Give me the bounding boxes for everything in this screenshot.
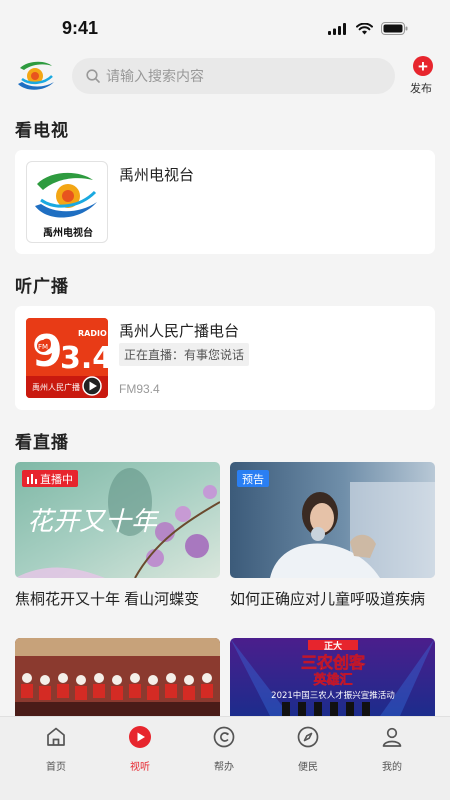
tv-channel-card[interactable]: 禹州电视台 禹州电视台	[15, 150, 435, 254]
tab-services[interactable]: 便民	[278, 725, 338, 773]
video-4-art-line1: 正大	[324, 640, 342, 652]
app-logo[interactable]	[14, 58, 58, 94]
signal-icon	[328, 22, 346, 35]
tab-home-label: 首页	[46, 762, 66, 773]
tab-help[interactable]: 帮办	[194, 725, 254, 773]
preview-badge: 预告	[237, 470, 269, 487]
status-icons	[328, 22, 408, 35]
video-card-1[interactable]: 花开又十年 直播中	[15, 462, 220, 578]
tab-audio-video[interactable]: 视听	[110, 725, 170, 773]
video-card-3[interactable]	[15, 638, 220, 716]
wifi-icon	[356, 22, 373, 34]
radio-thumb-caption: 禹州人民广播	[32, 382, 80, 392]
svg-text:9: 9	[32, 326, 63, 377]
video-4-art-line2: 三农创客	[301, 653, 366, 672]
publish-label: 发布	[410, 83, 432, 95]
tv-channel-logo: 禹州电视台	[26, 161, 108, 243]
tv-logo-graphic: 禹州电视台	[35, 172, 97, 239]
search-icon	[86, 69, 100, 83]
publish-button[interactable]: + 发布	[410, 56, 436, 96]
compass-icon	[297, 726, 319, 748]
plus-icon: +	[413, 56, 433, 76]
tv-logo-text: 禹州电视台	[43, 226, 93, 239]
svg-text:3.4: 3.4	[60, 341, 108, 376]
radio-thumb-graphic: 9 3.4 RADIO FM 禹州人民广播	[26, 318, 108, 398]
status-time: 9:41	[62, 18, 99, 38]
tab-audio-video-label: 视听	[130, 762, 150, 773]
video-title-1[interactable]: 焦桐花开又十年 看山河蝶变	[15, 588, 199, 609]
live-badge: 直播中	[22, 470, 78, 487]
tab-profile-label: 我的	[382, 762, 402, 773]
home-icon	[47, 727, 65, 746]
video-thumbnail-3	[15, 638, 220, 716]
tab-services-label: 便民	[298, 762, 318, 773]
live-bars-icon	[27, 473, 37, 484]
video-card-2[interactable]: 预告	[230, 462, 435, 578]
radio-station-thumbnail: 9 3.4 RADIO FM 禹州人民广播	[26, 318, 108, 398]
tab-home[interactable]: 首页	[26, 725, 86, 773]
radio-thumb-fm: FM	[38, 343, 48, 351]
status-bar: 9:41	[0, 0, 450, 52]
header: 请输入搜索内容 + 发布	[0, 52, 450, 100]
radio-thumb-brand: RADIO	[78, 329, 107, 338]
battery-icon	[381, 22, 408, 35]
video-1-art-text: 花开又十年	[27, 507, 160, 537]
tab-help-label: 帮办	[214, 762, 234, 773]
tv-channel-name: 禹州电视台	[119, 167, 195, 184]
video-thumbnail-4: 正大 三农创客 英雄汇 2021中国三农人才振兴宣推活动	[230, 638, 435, 716]
help-icon	[213, 726, 235, 748]
now-playing-tag: 正在直播：有事您说话	[119, 343, 250, 366]
bottom-tab-bar: 首页 视听 帮办 便民 我的	[0, 716, 450, 800]
video-title-2[interactable]: 如何正确应对儿童呼吸道疾病	[230, 588, 425, 609]
radio-station-name: 禹州人民广播电台	[119, 323, 240, 340]
video-card-4[interactable]: 正大 三农创客 英雄汇 2021中国三农人才振兴宣推活动	[230, 638, 435, 716]
radio-station-card[interactable]: 9 3.4 RADIO FM 禹州人民广播 禹州人民广播电台 正在直播：有事您说…	[15, 306, 435, 410]
section-title-radio: 听广播	[15, 277, 69, 296]
section-title-live: 看直播	[15, 433, 69, 452]
video-4-art-caption: 2021中国三农人才振兴宣推活动	[271, 690, 395, 701]
radio-frequency: FM93.4	[119, 382, 160, 396]
search-input[interactable]: 请输入搜索内容	[106, 66, 204, 86]
video-4-art-line3: 英雄汇	[312, 672, 352, 688]
play-icon	[129, 726, 151, 748]
tab-profile[interactable]: 我的	[362, 725, 422, 773]
section-title-tv: 看电视	[15, 121, 69, 140]
live-badge-label: 直播中	[40, 473, 73, 486]
search-bar[interactable]: 请输入搜索内容	[72, 58, 395, 94]
user-icon	[382, 727, 402, 747]
